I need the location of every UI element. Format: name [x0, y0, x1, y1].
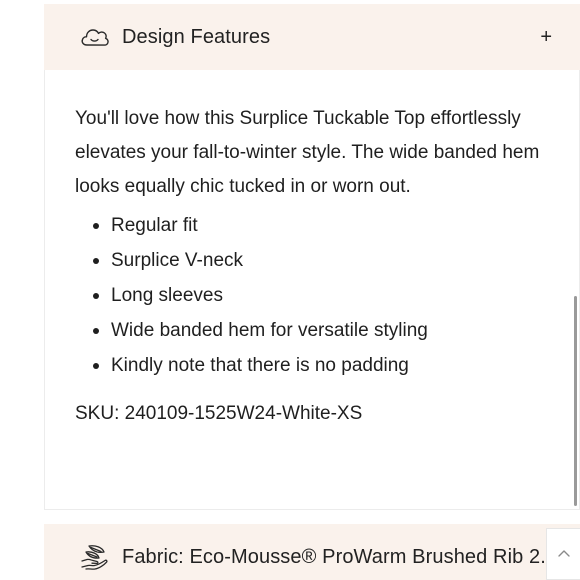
fabric-header[interactable]: Fabric: Eco-Mousse® ProWarm Brushed Rib … — [44, 524, 580, 580]
list-item: Kindly note that there is no padding — [91, 348, 549, 383]
expand-toggle-icon[interactable]: + — [540, 27, 552, 47]
chevron-up-icon — [557, 545, 571, 563]
design-features-title: Design Features — [122, 25, 271, 48]
list-item: Long sleeves — [91, 278, 549, 313]
sku-text: SKU: 240109-1525W24-White-XS — [75, 403, 363, 424]
fabric-accordion: Fabric: Eco-Mousse® ProWarm Brushed Rib … — [44, 524, 580, 580]
list-item: Wide banded hem for versatile styling — [91, 313, 549, 348]
hand-leaf-icon — [78, 543, 112, 571]
design-features-header[interactable]: Design Features + — [44, 4, 580, 70]
cloud-smile-icon — [78, 23, 112, 51]
product-description: You'll love how this Surplice Tuckable T… — [75, 108, 540, 197]
list-item: Surplice V-neck — [91, 243, 549, 278]
fabric-title: Fabric: Eco-Mousse® ProWarm Brushed Rib … — [122, 545, 558, 568]
design-features-accordion: Design Features + You'll love how this S… — [44, 4, 580, 510]
design-features-body: You'll love how this Surplice Tuckable T… — [44, 70, 580, 510]
scroll-to-top-button[interactable] — [546, 528, 580, 580]
feature-list: Regular fit Surplice V-neck Long sleeves… — [75, 208, 549, 383]
product-details-panel: Design Features + You'll love how this S… — [0, 0, 580, 580]
scrollbar-thumb[interactable] — [574, 296, 577, 506]
list-item: Regular fit — [91, 208, 549, 243]
